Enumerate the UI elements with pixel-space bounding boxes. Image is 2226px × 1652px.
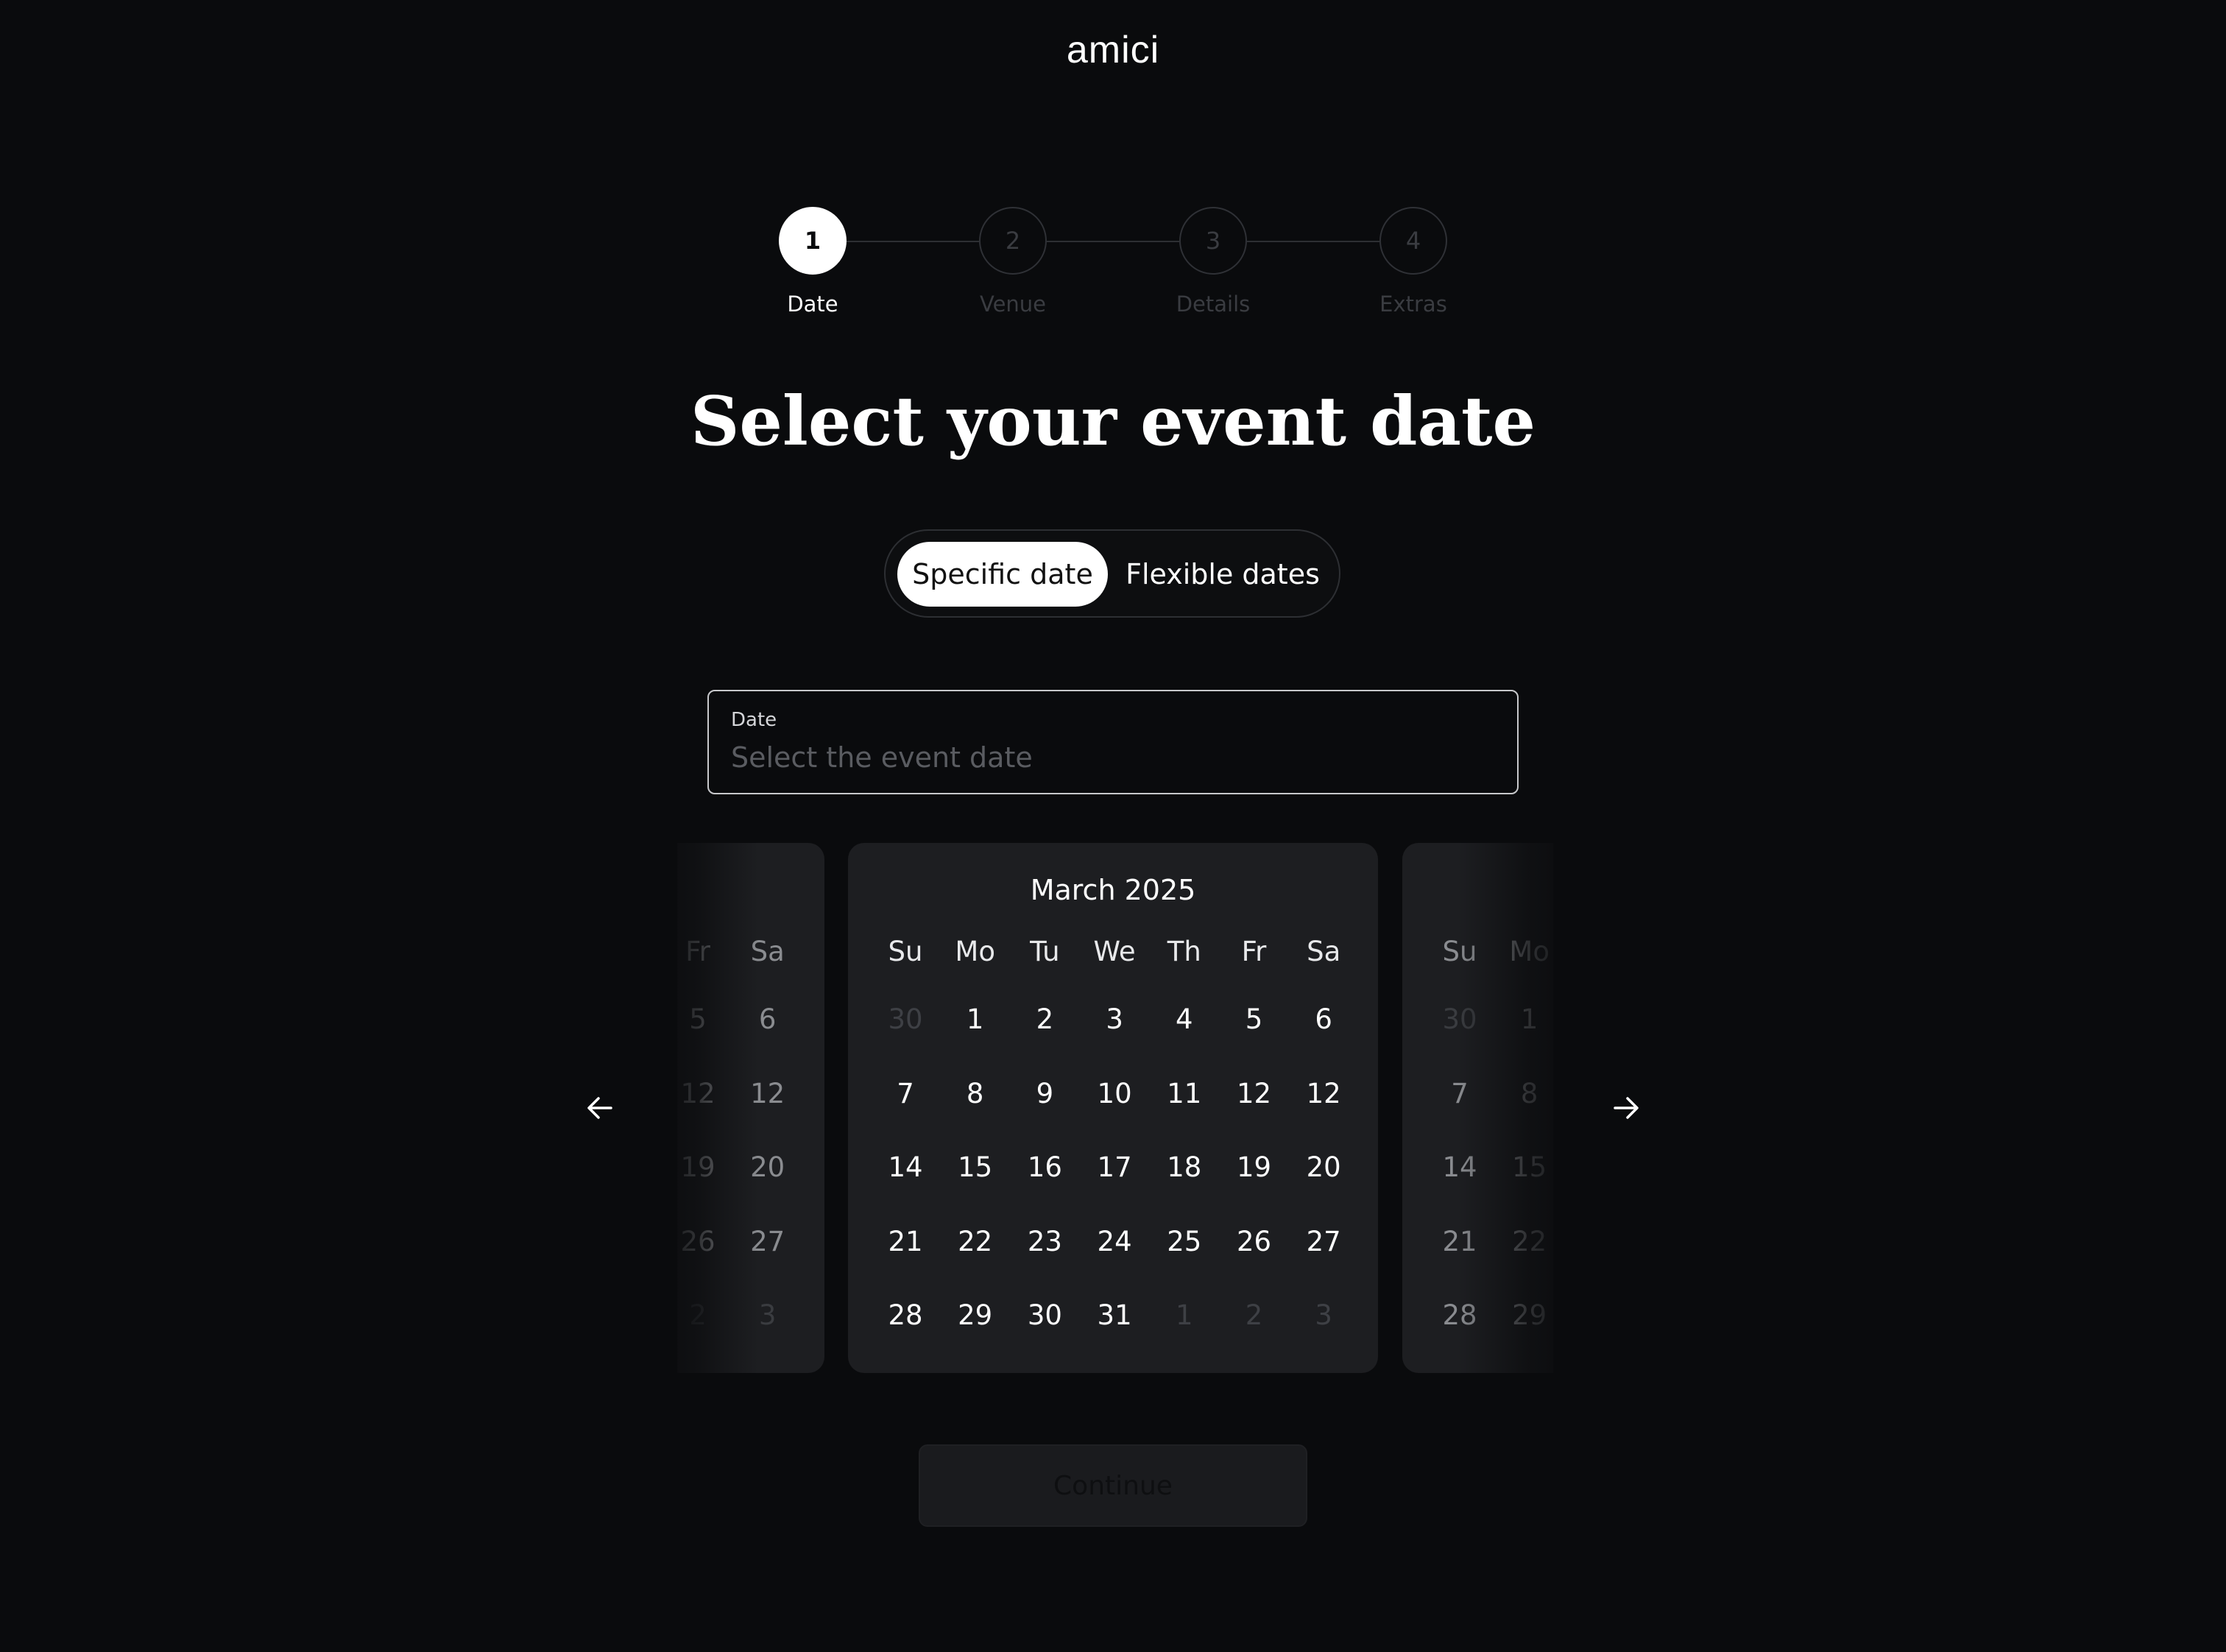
prev-month-button[interactable] [574, 1082, 626, 1134]
calendar-day: 2 [1245, 1299, 1263, 1331]
calendar-day[interactable]: 17 [1085, 1151, 1144, 1183]
step-2-circle[interactable]: 2 [979, 207, 1047, 275]
calendar-day: 1 [1176, 1299, 1193, 1331]
stepper-connector [1047, 241, 1179, 242]
calendar-day[interactable]: 8 [946, 1078, 1005, 1109]
step-4-label: Extras [1379, 292, 1447, 317]
date-field-placeholder[interactable]: Select the event date [731, 741, 1033, 774]
step-4-circle[interactable]: 4 [1379, 207, 1447, 275]
calendar-day[interactable]: 27 [1294, 1226, 1353, 1257]
calendar-day[interactable]: 9 [1015, 1078, 1074, 1109]
calendar-day[interactable]: 16 [1015, 1151, 1074, 1183]
calendar-day[interactable]: 26 [1225, 1226, 1284, 1257]
calendar-day[interactable]: 12 [1225, 1078, 1284, 1109]
calendar-day[interactable]: 4 [1155, 1003, 1214, 1035]
calendar-mask-right [1553, 839, 2226, 1377]
calendar-day[interactable]: 29 [946, 1299, 1005, 1331]
weekday-label: Th [1167, 936, 1201, 967]
weekday-label: Sa [1307, 936, 1341, 967]
weekday-label: Mo [955, 936, 995, 967]
calendar-day[interactable]: 15 [946, 1151, 1005, 1183]
weekday-label: Tu [1030, 936, 1060, 967]
calendar-day[interactable]: 18 [1155, 1151, 1214, 1183]
weekday-label: We [1093, 936, 1136, 967]
calendar-day[interactable]: 12 [1294, 1078, 1353, 1109]
calendar-day[interactable]: 6 [1294, 1003, 1353, 1035]
stepper-connector [1247, 241, 1379, 242]
calendar-day[interactable]: 20 [1294, 1151, 1353, 1183]
calendar-day[interactable]: 19 [1225, 1151, 1284, 1183]
calendar-day[interactable]: 30 [1015, 1299, 1074, 1331]
step-2-label: Venue [979, 292, 1047, 317]
date-mode-toggle: Specific date Flexible dates [884, 529, 1340, 618]
calendar-day[interactable]: 10 [1085, 1078, 1144, 1109]
step-3-label: Details [1176, 292, 1251, 317]
calendar-day[interactable]: 5 [1225, 1003, 1284, 1035]
specific-date-option[interactable]: Specific date [897, 542, 1108, 607]
step-3-circle[interactable]: 3 [1179, 207, 1247, 275]
calendar-day[interactable]: 25 [1155, 1226, 1214, 1257]
weekday-label: Fr [1241, 936, 1267, 967]
calendar-day[interactable]: 28 [876, 1299, 935, 1331]
calendar-month-title: March 2025 [1030, 874, 1196, 906]
date-field-label: Date [731, 709, 777, 731]
arrow-left-icon [587, 1097, 612, 1119]
date-field[interactable]: Date Select the event date [707, 690, 1519, 794]
brand-logo[interactable]: amici [0, 28, 2226, 72]
calendar-day[interactable]: 24 [1085, 1226, 1144, 1257]
calendar-day[interactable]: 23 [1015, 1226, 1074, 1257]
calendar-fade-right [1458, 839, 1583, 1377]
calendar-day[interactable]: 21 [876, 1226, 935, 1257]
calendar-day[interactable]: 31 [1085, 1299, 1144, 1331]
next-month-button[interactable] [1600, 1082, 1652, 1134]
calendar-fade-left [648, 839, 758, 1377]
calendar-day[interactable]: 3 [1085, 1003, 1144, 1035]
continue-button[interactable]: Continue [919, 1444, 1307, 1527]
calendar-day: 3 [1315, 1299, 1332, 1331]
step-1-circle[interactable]: 1 [779, 207, 847, 275]
calendar-current-month: March 2025 Su Mo Tu We Th Fr Sa 30 1 2 3 4 5 6 7 8 9 10 11… [848, 843, 1378, 1373]
calendar-day[interactable]: 14 [876, 1151, 935, 1183]
stepper-connector [847, 241, 979, 242]
flexible-dates-option[interactable]: Flexible dates [1115, 542, 1330, 607]
step-1-label: Date [787, 292, 838, 317]
arrow-right-icon [1614, 1097, 1639, 1119]
page-title: Select your event date [690, 381, 1536, 461]
calendar-day[interactable]: 22 [946, 1226, 1005, 1257]
calendar-day: 30 [888, 1003, 923, 1035]
calendar-day[interactable]: 1 [946, 1003, 1005, 1035]
calendar-day[interactable]: 7 [876, 1078, 935, 1109]
calendar-day[interactable]: 11 [1155, 1078, 1214, 1109]
weekday-label: Su [888, 936, 923, 967]
calendar-day[interactable]: 2 [1015, 1003, 1074, 1035]
